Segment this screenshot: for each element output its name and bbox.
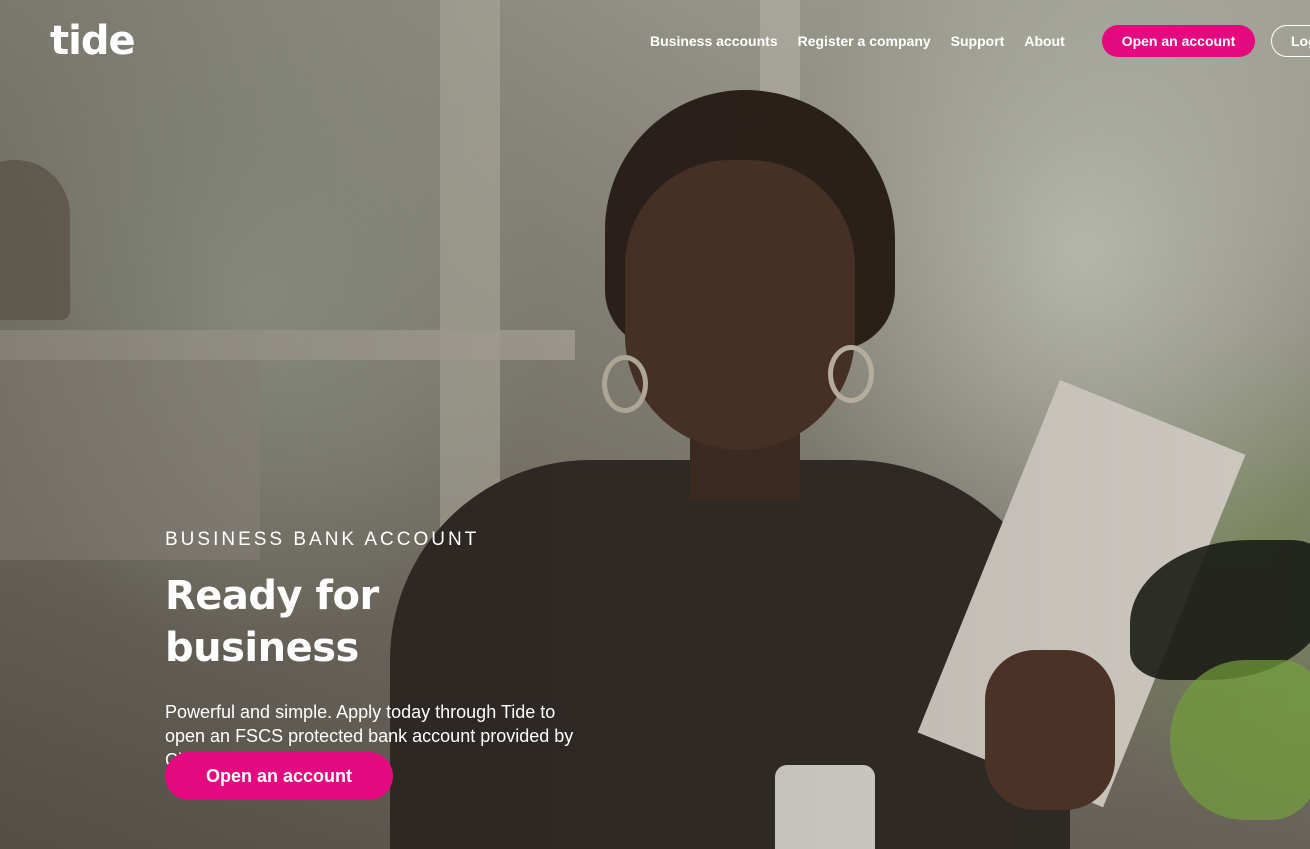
header-open-account-button[interactable]: Open an account <box>1102 25 1255 57</box>
nav-item-support[interactable]: Support <box>951 31 1005 51</box>
hero-section: tide Business accounts Register a compan… <box>0 0 1310 849</box>
hero-eyebrow: BUSINESS BANK ACCOUNT <box>165 529 480 550</box>
site-header: tide Business accounts Register a compan… <box>0 0 1310 82</box>
nav-item-about[interactable]: About <box>1024 31 1064 51</box>
hero-title: Ready for business <box>165 573 379 671</box>
nav-item-business-accounts[interactable]: Business accounts <box>650 31 778 51</box>
main-nav: Business accounts Register a company Sup… <box>650 31 1065 51</box>
tide-logo[interactable]: tide <box>50 18 136 64</box>
login-button[interactable]: Log in <box>1271 25 1310 57</box>
hero-content: BUSINESS BANK ACCOUNT Ready for business… <box>165 528 585 772</box>
nav-item-register-company[interactable]: Register a company <box>798 31 931 51</box>
hero-open-account-button[interactable]: Open an account <box>165 752 393 800</box>
